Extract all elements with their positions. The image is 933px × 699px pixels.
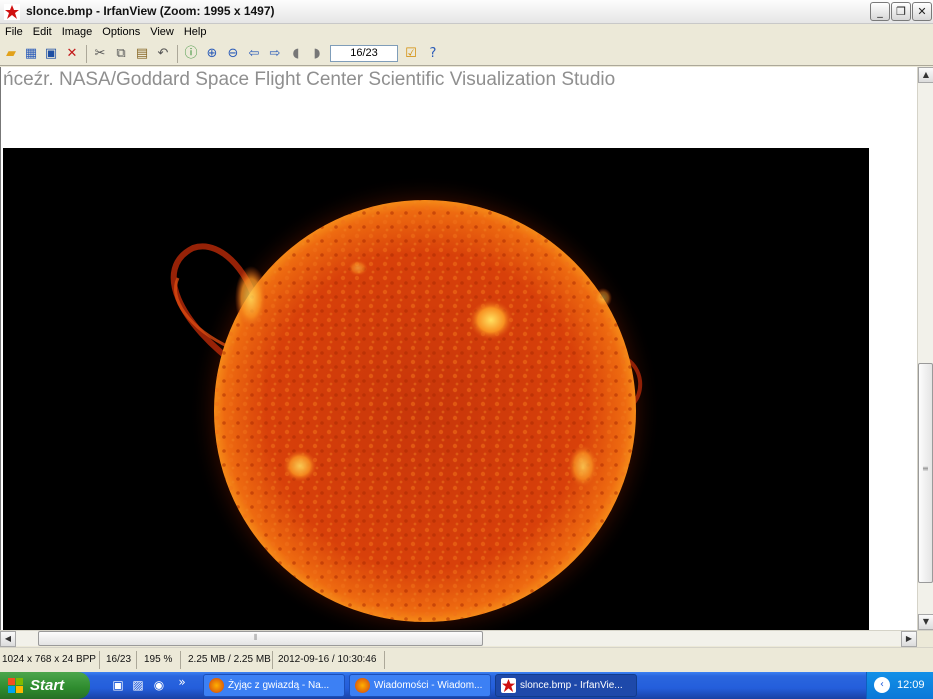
status-dimensions: 1024 x 768 x 24 BPP xyxy=(2,654,96,665)
title-bar[interactable]: slonce.bmp - IrfanView (Zoom: 1995 x 149… xyxy=(0,0,933,24)
image-viewport[interactable]: ńceźr. NASA/Goddard Space Flight Center … xyxy=(0,67,917,630)
page-number-field[interactable]: 16/23 xyxy=(330,45,398,62)
open-folder-icon[interactable]: ▰ xyxy=(2,45,20,63)
window-title: slonce.bmp - IrfanView (Zoom: 1995 x 149… xyxy=(26,4,275,18)
zoom-in-icon[interactable]: ⊕ xyxy=(203,45,221,63)
minimize-button[interactable]: _ xyxy=(870,2,890,21)
sun-illustration xyxy=(170,175,661,630)
menu-file[interactable]: File xyxy=(0,24,28,40)
status-separator xyxy=(99,651,100,669)
menu-view[interactable]: View xyxy=(145,24,179,40)
windows-flag-icon xyxy=(8,678,23,693)
scroll-left-icon[interactable]: ◀ xyxy=(0,631,16,647)
previous-icon[interactable]: ⇦ xyxy=(245,45,263,63)
picture-viewer-icon[interactable]: ▨ xyxy=(130,677,146,693)
sun-image xyxy=(3,148,869,630)
tray-expand-icon[interactable]: ‹ xyxy=(874,677,890,693)
grip-icon: ≡ xyxy=(922,464,929,473)
vertical-scroll-thumb[interactable]: ≡ xyxy=(918,363,933,583)
vertical-scrollbar[interactable]: ▲ ≡ ▼ xyxy=(917,67,933,630)
firefox-icon xyxy=(209,678,224,693)
taskbar-item-firefox-2[interactable]: Wiadomości - Wiadom... xyxy=(349,674,491,697)
size-grip xyxy=(917,631,933,647)
cut-icon[interactable]: ✂ xyxy=(91,45,109,63)
toolbar: ▰ ▦ ▣ ✕ ✂ ⧉ ▤ ↶ ⓘ ⊕ ⊖ ⇦ ⇨ ◖ ◗ 16/23 ☑ ? xyxy=(0,42,933,66)
quick-launch-chevron[interactable]: » xyxy=(174,674,190,690)
scroll-right-icon[interactable]: ▶ xyxy=(901,631,917,647)
start-button[interactable]: Start xyxy=(0,672,90,699)
toolbar-separator xyxy=(177,45,178,63)
menu-image[interactable]: Image xyxy=(57,24,98,40)
task-label: slonce.bmp - IrfanVie... xyxy=(520,680,623,691)
show-desktop-icon[interactable]: ▣ xyxy=(110,677,126,693)
thumbnails-icon[interactable]: ▦ xyxy=(22,45,40,63)
menu-help[interactable]: Help xyxy=(179,24,212,40)
status-separator xyxy=(272,651,273,669)
next-page-icon[interactable]: ◗ xyxy=(308,45,326,63)
image-credit: ńceźr. NASA/Goddard Space Flight Center … xyxy=(3,69,616,90)
start-label: Start xyxy=(30,677,65,694)
next-icon[interactable]: ⇨ xyxy=(266,45,284,63)
status-size: 2.25 MB / 2.25 MB xyxy=(188,654,271,665)
irfanview-icon xyxy=(4,4,20,20)
menu-bar: File Edit Image Options View Help xyxy=(0,24,933,42)
clock: 12:09 xyxy=(897,679,925,691)
help-icon[interactable]: ? xyxy=(424,45,442,63)
delete-icon[interactable]: ✕ xyxy=(63,45,81,63)
status-datetime: 2012-09-16 / 10:30:46 xyxy=(278,654,377,665)
media-player-icon[interactable]: ◉ xyxy=(151,677,167,693)
close-button[interactable]: ✕ xyxy=(912,2,932,21)
taskbar-item-firefox-1[interactable]: Żyjąc z gwiazdą - Na... xyxy=(203,674,345,697)
menu-options[interactable]: Options xyxy=(97,24,145,40)
status-bar: 1024 x 768 x 24 BPP 16/23 195 % 2.25 MB … xyxy=(0,647,933,672)
previous-page-icon[interactable]: ◖ xyxy=(287,45,305,63)
info-icon[interactable]: ⓘ xyxy=(182,45,200,63)
status-page: 16/23 xyxy=(106,654,132,665)
horizontal-scroll-thumb[interactable]: ⦀ xyxy=(38,631,483,646)
scroll-up-icon[interactable]: ▲ xyxy=(918,67,933,83)
status-zoom: 195 % xyxy=(144,654,173,665)
scroll-down-icon[interactable]: ▼ xyxy=(918,614,933,630)
taskbar-item-irfanview[interactable]: slonce.bmp - IrfanVie... xyxy=(495,674,637,697)
irfanview-icon xyxy=(501,678,516,693)
restore-button[interactable]: ❐ xyxy=(891,2,911,21)
horizontal-scrollbar[interactable]: ◀ ⦀ ▶ xyxy=(0,630,933,647)
task-label: Wiadomości - Wiadom... xyxy=(374,680,483,691)
status-separator xyxy=(384,651,385,669)
paste-icon[interactable]: ▤ xyxy=(133,45,151,63)
undo-icon[interactable]: ↶ xyxy=(154,45,172,63)
task-label: Żyjąc z gwiazdą - Na... xyxy=(228,680,330,691)
menu-edit[interactable]: Edit xyxy=(28,24,57,40)
save-icon[interactable]: ▣ xyxy=(42,45,60,63)
copy-icon[interactable]: ⧉ xyxy=(112,45,130,63)
status-separator xyxy=(180,651,181,669)
check-icon[interactable]: ☑ xyxy=(402,45,420,63)
status-separator xyxy=(136,651,137,669)
toolbar-separator xyxy=(86,45,87,63)
taskbar: Start ▣ ▨ ◉ » Żyjąc z gwiazdą - Na... Wi… xyxy=(0,672,933,699)
firefox-icon xyxy=(355,678,370,693)
grip-icon: ⦀ xyxy=(254,633,258,642)
system-tray: ‹ 12:09 xyxy=(866,672,933,699)
zoom-out-icon[interactable]: ⊖ xyxy=(224,45,242,63)
